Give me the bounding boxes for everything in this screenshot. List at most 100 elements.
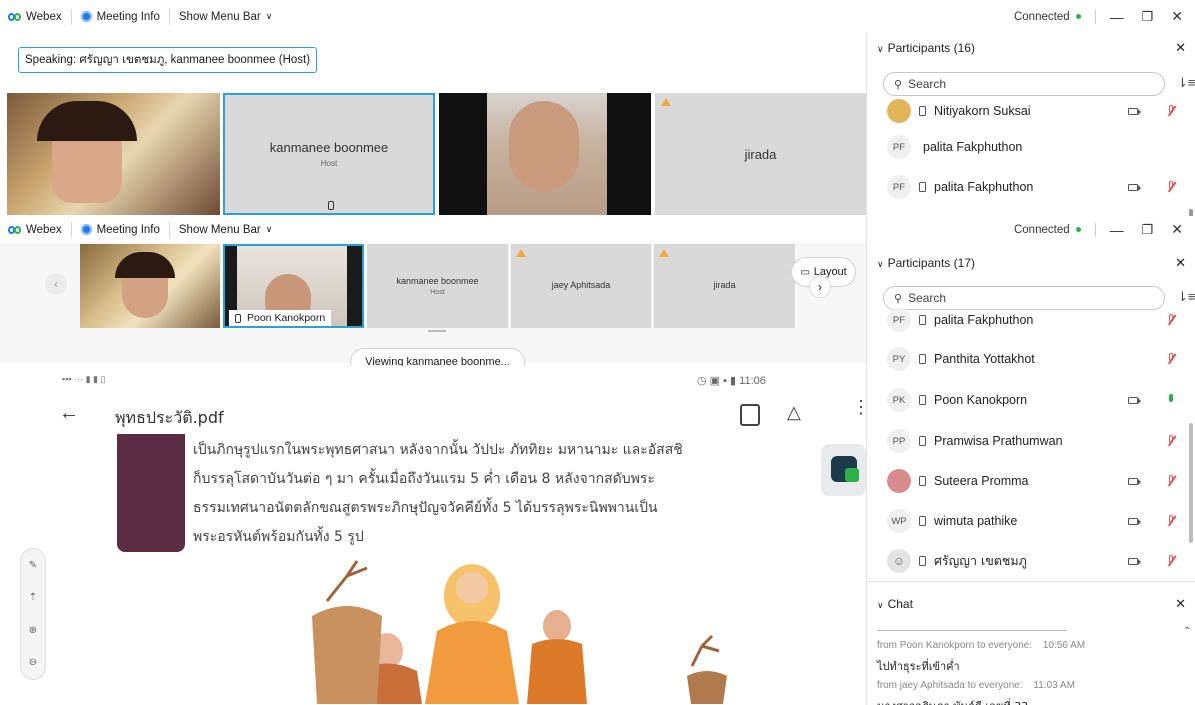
- strip-tile-jaey[interactable]: jaey Aphitsada: [511, 244, 651, 328]
- device-icon: [919, 476, 926, 486]
- scrollbar[interactable]: [1189, 423, 1193, 543]
- strip-tile-kanmanee[interactable]: kanmanee boonmee Host: [367, 244, 508, 328]
- participant-row[interactable]: PK Poon Kanokporn: [867, 380, 1195, 420]
- device-icon: [919, 106, 926, 116]
- chevron-left-icon[interactable]: ‹: [45, 273, 67, 295]
- participants-panel-bottom: ∨ Participants (17) ✕ ⚲ Search ⇂≡ PF pali…: [866, 243, 1195, 581]
- device-icon: [919, 395, 926, 405]
- sort-icon[interactable]: ⇂≡: [1177, 75, 1195, 91]
- phone-status-left: ▪▪▪ ··· ▮ ▮ ▯: [62, 374, 106, 384]
- mic-muted-icon[interactable]: [1166, 353, 1176, 365]
- pointer-icon[interactable]: ⇡: [29, 592, 37, 603]
- mic-on-icon[interactable]: [1166, 394, 1176, 406]
- video-tile-kanmanee[interactable]: kanmanee boonmee Host: [223, 93, 435, 215]
- device-icon: [919, 436, 926, 446]
- divider: [1094, 222, 1096, 237]
- deer-body: [687, 671, 727, 704]
- monk-head: [543, 610, 571, 642]
- zoom-in-icon[interactable]: ⊕: [29, 625, 37, 636]
- antler: [690, 634, 720, 667]
- participants-header[interactable]: ∨ Participants (17): [877, 256, 975, 270]
- close-panel-icon[interactable]: ✕: [1175, 40, 1186, 56]
- camera-icon[interactable]: [1128, 183, 1141, 191]
- avatar: [887, 469, 911, 493]
- info-icon: [80, 224, 92, 235]
- mic-muted-icon[interactable]: [1166, 105, 1176, 117]
- mic-muted-icon[interactable]: [1166, 475, 1176, 487]
- avatar: PF: [887, 175, 911, 199]
- chevron-down-icon: ∨: [265, 11, 273, 21]
- camera-icon[interactable]: [1128, 557, 1141, 565]
- restore-icon[interactable]: ❐: [1142, 222, 1154, 238]
- minimize-icon[interactable]: —: [1110, 9, 1124, 25]
- show-menu-bar-button[interactable]: Show Menu Bar ∨: [170, 9, 281, 25]
- tile-name: kanmanee boonmee: [269, 140, 389, 155]
- show-menu-bar-button[interactable]: Show Menu Bar ∨: [170, 222, 281, 238]
- avatar: PK: [887, 388, 911, 412]
- camera-icon[interactable]: [1128, 517, 1141, 525]
- warning-icon: [659, 249, 669, 257]
- top-titlebar: Webex Meeting Info Show Menu Bar ∨: [0, 0, 866, 33]
- participant-row[interactable]: PF palita Fakphuthon: [867, 167, 1195, 207]
- robe-shape: [425, 621, 519, 704]
- back-arrow-icon[interactable]: ←: [59, 402, 79, 425]
- mic-muted-icon[interactable]: [1166, 515, 1176, 527]
- webex-menu[interactable]: Webex: [0, 221, 72, 238]
- participant-row[interactable]: PF palita Fakphuthon: [867, 307, 1195, 333]
- document-paragraph: เป็นภิกษุรูปแรกในพระพุทธศาสนา หลังจากนั้…: [193, 442, 683, 545]
- meeting-info-button[interactable]: Meeting Info: [72, 8, 170, 25]
- video-tile-speaker[interactable]: [7, 93, 220, 215]
- zoom-out-icon[interactable]: ⊖: [29, 657, 37, 668]
- participant-row[interactable]: PF palita Fakphuthon: [867, 127, 1195, 167]
- floating-app-icon[interactable]: [821, 444, 866, 496]
- sort-icon[interactable]: ⇂≡: [1177, 289, 1195, 305]
- participant-row[interactable]: PY Panthita Yottakhot: [867, 339, 1195, 379]
- chevron-down-icon: ∨: [877, 44, 884, 54]
- camera-icon[interactable]: [1128, 107, 1141, 115]
- strip-tile-jirada[interactable]: jirada: [654, 244, 795, 328]
- close-icon[interactable]: ✕: [1171, 8, 1183, 25]
- shared-document: ▪▪▪ ··· ▮ ▮ ▯ ◷ ▣ ▪ ▮ 11:06 ← พุทธประวัต…: [7, 366, 866, 704]
- pen-icon[interactable]: ✎: [29, 560, 37, 571]
- drive-add-icon[interactable]: △: [787, 402, 801, 423]
- webex-menu[interactable]: Webex: [0, 8, 72, 25]
- device-icon: [919, 182, 926, 192]
- hair-shape: [37, 101, 137, 141]
- camera-icon[interactable]: [1128, 477, 1141, 485]
- tile-name: jirada: [744, 146, 777, 162]
- participant-face: [509, 101, 579, 191]
- minimize-icon[interactable]: —: [1110, 222, 1124, 238]
- search-doc-icon[interactable]: [740, 404, 760, 426]
- participant-row[interactable]: Nitiyakorn Suksai: [867, 91, 1195, 131]
- strip-tile-poon[interactable]: Poon Kanokporn: [223, 244, 364, 328]
- mic-muted-icon[interactable]: [1166, 181, 1176, 193]
- video-tile-jirada[interactable]: jirada: [655, 93, 866, 215]
- warning-icon: [516, 249, 526, 257]
- monk-robe: [527, 639, 587, 704]
- close-panel-icon[interactable]: ✕: [1175, 255, 1186, 271]
- divider: [1094, 9, 1096, 24]
- avatar: [887, 99, 911, 123]
- resize-handle[interactable]: [428, 330, 446, 332]
- close-panel-icon[interactable]: ✕: [1175, 596, 1186, 612]
- mic-muted-icon[interactable]: [1166, 314, 1176, 326]
- restore-icon[interactable]: ❐: [1142, 9, 1154, 25]
- scroll-up-icon[interactable]: ⌃: [1183, 626, 1191, 637]
- chevron-right-icon[interactable]: ›: [809, 276, 831, 298]
- participant-row[interactable]: WP wimuta pathike: [867, 501, 1195, 541]
- participant-row[interactable]: Suteera Promma: [867, 461, 1195, 501]
- close-icon[interactable]: ✕: [1171, 221, 1183, 238]
- more-options-icon[interactable]: ⋮: [852, 398, 866, 416]
- camera-icon[interactable]: [1128, 396, 1141, 404]
- mic-muted-icon[interactable]: [1166, 555, 1176, 567]
- participant-row[interactable]: ☺ ศรัญญา เขตชมภู: [867, 541, 1195, 581]
- participants-header[interactable]: ∨ Participants (16): [877, 41, 975, 55]
- avatar: PY: [887, 347, 911, 371]
- participant-row[interactable]: PP Pramwisa Prathumwan: [867, 421, 1195, 461]
- chat-header[interactable]: ∨ Chat: [877, 597, 913, 611]
- meeting-info-button[interactable]: Meeting Info: [72, 221, 170, 238]
- buddha-illustration: [312, 560, 727, 704]
- strip-tile-speaker[interactable]: [80, 244, 220, 328]
- mic-muted-icon[interactable]: [1166, 435, 1176, 447]
- video-tile-student[interactable]: [439, 93, 651, 215]
